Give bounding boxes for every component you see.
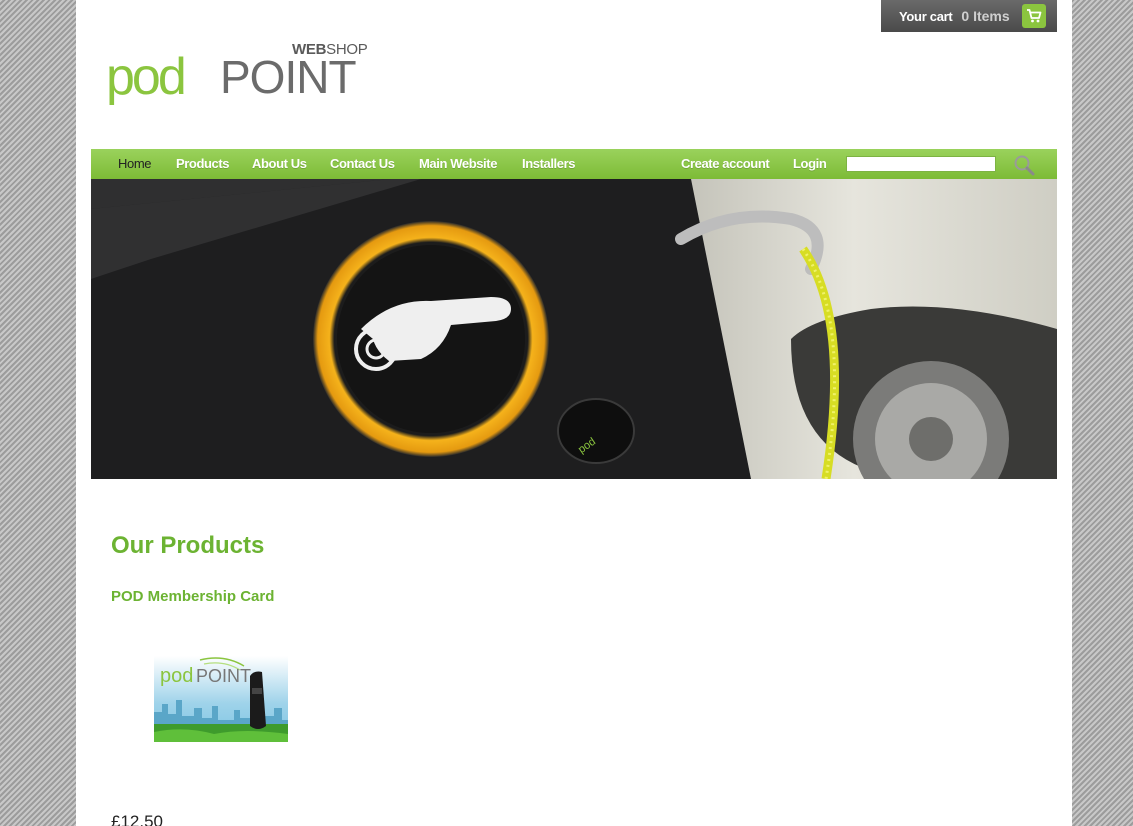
logo-point: POINT	[220, 51, 357, 103]
svg-text:pod: pod	[160, 665, 193, 687]
site-logo[interactable]: WEBSHOP pod POINT	[106, 38, 386, 118]
membership-card-image: pod POINT	[154, 656, 288, 742]
nav-create-account[interactable]: Create account	[681, 149, 770, 179]
svg-text:POINT: POINT	[196, 666, 251, 686]
hero-banner-image: pod	[91, 179, 1057, 479]
product-title-link[interactable]: POD Membership Card	[111, 588, 274, 605]
nav-contact-us[interactable]: Contact Us	[330, 149, 395, 179]
main-nav: Home Products About Us Contact Us Main W…	[91, 149, 1057, 179]
nav-login[interactable]: Login	[793, 149, 827, 179]
search-input[interactable]	[846, 156, 996, 172]
nav-main-website[interactable]: Main Website	[419, 149, 497, 179]
product-price: £12.50	[111, 812, 163, 826]
section-title: Our Products	[111, 532, 265, 559]
nav-about-us[interactable]: About Us	[252, 149, 307, 179]
product-image[interactable]: pod POINT	[154, 656, 288, 742]
nav-installers[interactable]: Installers	[522, 149, 575, 179]
page: Your cart 0 Items WEBSHOP pod POINT Home…	[76, 0, 1072, 826]
logo-pod: pod	[106, 48, 187, 106]
cart-count[interactable]: 0 Items	[961, 8, 1009, 24]
cart-widget[interactable]: Your cart 0 Items	[881, 0, 1057, 32]
cart-label: Your cart	[899, 8, 953, 24]
nav-products[interactable]: Products	[176, 149, 230, 179]
nav-home[interactable]: Home	[118, 149, 151, 179]
search-icon[interactable]	[1013, 154, 1035, 176]
cart-icon[interactable]	[1022, 4, 1046, 28]
hero-banner: pod	[91, 179, 1057, 479]
